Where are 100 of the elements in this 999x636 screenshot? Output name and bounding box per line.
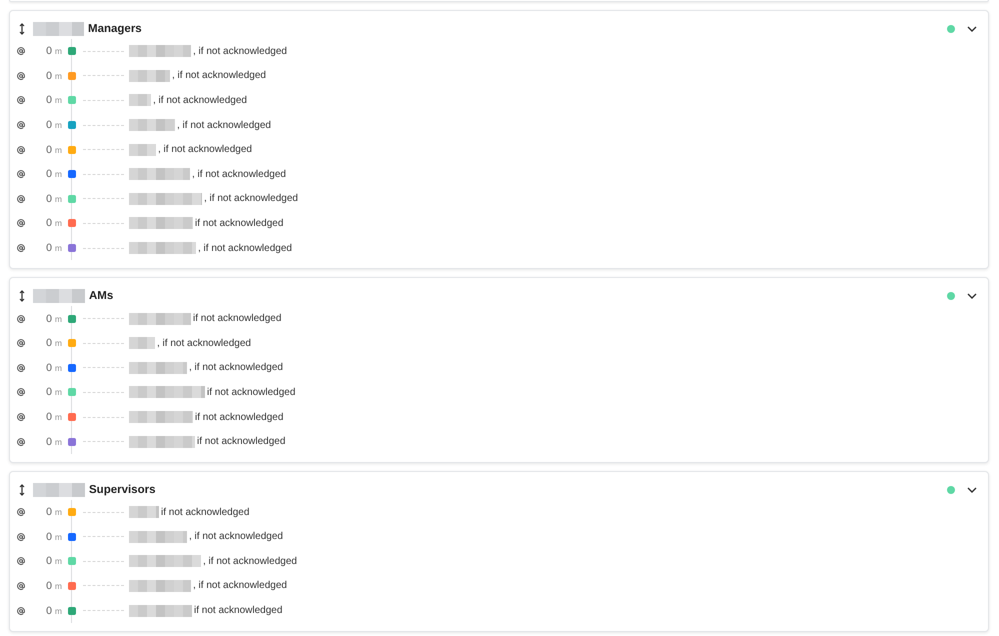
delay-unit: m [54,243,62,254]
at-sign-icon [17,314,25,323]
condition-text: if not acknowledged [195,218,284,229]
delay-value: 0 [46,604,52,617]
condition-text: if not acknowledged [195,412,284,423]
dashed-line [83,585,124,586]
condition-text: if not acknowledged [197,436,286,448]
at-sign-icon [17,339,25,348]
condition-text: , if not acknowledged [189,531,283,542]
redacted-block [33,482,85,497]
at-sign-icon [17,72,25,80]
condition-text: , if not acknowledged [198,242,292,254]
group-title: Supervisors [89,484,156,496]
redacted-block [129,242,196,254]
redacted-block [129,168,190,180]
delay-value: 0 [46,555,52,568]
delay-value: 0 [46,168,52,180]
delay-value: 0 [46,411,52,424]
redacted-block [129,144,156,156]
delay-value: 0 [46,362,52,374]
redacted-block [129,580,191,592]
dashed-line [83,392,124,393]
delay-unit: m [54,314,62,324]
delay-unit: m [54,169,62,180]
at-sign-icon [17,170,25,178]
dashed-line [83,124,124,126]
delay-value: 0 [46,337,52,350]
delay-unit: m [54,120,62,130]
chevron-down-icon[interactable] [967,26,977,32]
redacted-block [129,506,159,518]
at-sign-icon [17,219,25,228]
at-sign-icon [17,606,25,615]
chevron-down-icon[interactable] [967,486,977,493]
condition-text: , if not acknowledged [172,70,266,82]
delay-value: 0 [46,530,52,543]
dashed-line [83,50,124,52]
condition-text: if not acknowledged [207,386,296,398]
redacted-block [129,555,201,568]
redacted-block [129,94,151,106]
at-sign-icon [17,96,25,104]
at-sign-icon [17,121,25,130]
delay-unit: m [54,95,62,106]
dashed-line [83,198,124,200]
delay-unit: m [54,580,62,591]
delay-unit: m [54,338,62,348]
delay-unit: m [54,46,62,56]
up-down-arrow-icon[interactable] [19,23,25,35]
delay-value: 0 [46,506,52,518]
redacted-block [129,312,191,325]
redacted-block [129,217,193,230]
delay-value: 0 [46,70,52,82]
delay-value: 0 [46,45,52,58]
redacted-block [129,119,175,132]
dashed-line [83,610,124,612]
delay-value: 0 [46,192,52,205]
delay-value: 0 [46,94,52,106]
at-sign-icon [17,194,25,203]
condition-text: , if not acknowledged [158,144,252,156]
redacted-block [33,22,84,36]
at-sign-icon [17,438,25,446]
chevron-down-icon[interactable] [967,293,977,300]
at-sign-icon [17,47,25,56]
delay-unit: m [54,436,62,447]
dashed-line [83,75,124,76]
redacted-block [33,289,85,304]
delay-value: 0 [46,144,52,156]
at-sign-icon [17,532,25,541]
condition-text: , if not acknowledged [192,168,286,180]
delay-unit: m [54,556,62,566]
condition-text: , if not acknowledged [177,120,271,131]
condition-text: , if not acknowledged [203,556,297,567]
redacted-block [129,362,187,374]
delay-unit: m [54,412,62,422]
condition-text: if not acknowledged [161,506,250,518]
delay-unit: m [54,606,62,616]
delay-unit: m [54,218,62,228]
dashed-line [83,560,124,562]
condition-text: , if not acknowledged [153,94,247,106]
condition-text: , if not acknowledged [189,362,283,374]
condition-text: , if not acknowledged [193,46,287,57]
redacted-block [129,70,170,82]
dashed-line [83,174,124,175]
up-down-arrow-icon[interactable] [19,484,25,496]
delay-unit: m [54,70,62,81]
delay-value: 0 [46,386,52,398]
up-down-arrow-icon[interactable] [19,290,25,302]
delay-unit: m [54,507,62,518]
redacted-block [129,436,195,448]
delay-value: 0 [46,242,52,254]
at-sign-icon [17,557,25,566]
group-title: AMs [89,290,114,302]
delay-value: 0 [46,580,52,592]
condition-text: if not acknowledged [194,605,282,616]
dashed-line [83,342,124,344]
redacted-block [129,604,192,617]
delay-unit: m [54,532,62,542]
group-title: Managers [88,23,142,35]
at-sign-icon [17,508,25,516]
delay-value: 0 [46,312,52,325]
at-sign-icon [17,146,25,154]
